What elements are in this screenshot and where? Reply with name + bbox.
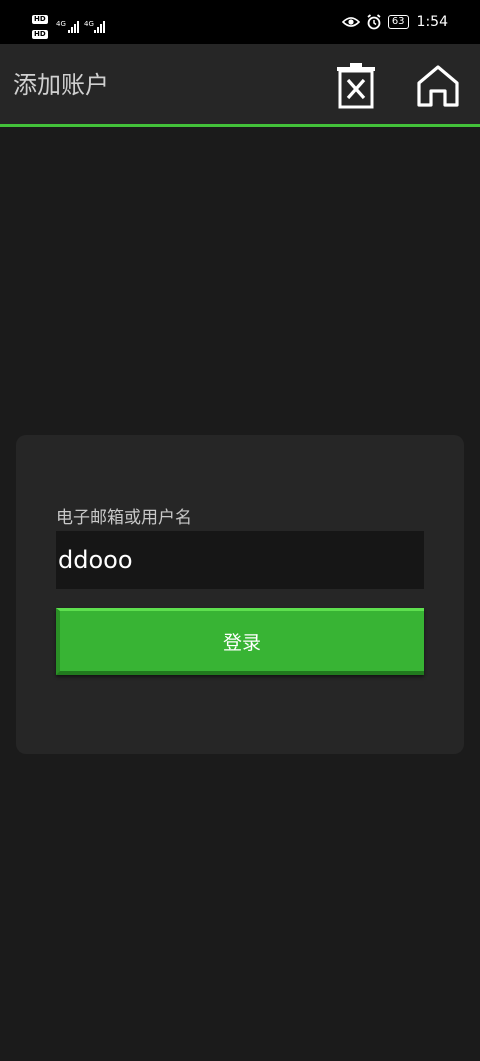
hd-badge: HD	[32, 30, 48, 39]
page-title: 添加账户	[13, 71, 109, 99]
username-input[interactable]	[56, 531, 424, 589]
delete-icon	[337, 63, 375, 109]
username-label: 电子邮箱或用户名	[56, 508, 192, 528]
header-accent-line	[0, 124, 480, 127]
eye-icon	[341, 17, 360, 27]
delete-button[interactable]	[332, 62, 380, 110]
login-button[interactable]: 登录	[56, 608, 424, 675]
battery-indicator: 63	[387, 15, 409, 29]
alarm-icon	[367, 14, 381, 30]
home-icon	[417, 65, 459, 107]
network-type: 4G	[56, 20, 66, 28]
login-card: 电子邮箱或用户名 登录	[16, 435, 464, 754]
signal-bars-icon	[68, 20, 79, 33]
hd-badge: HD	[32, 15, 48, 24]
status-bar: HD HD 4G 4G 63 1:54	[0, 0, 480, 44]
app-bar: 添加账户	[0, 44, 480, 124]
signal-bars-icon	[94, 20, 105, 33]
status-right: 63 1:54	[341, 0, 448, 44]
clock: 1:54	[416, 14, 448, 30]
home-button[interactable]	[414, 62, 462, 110]
network-type: 4G	[84, 20, 94, 28]
